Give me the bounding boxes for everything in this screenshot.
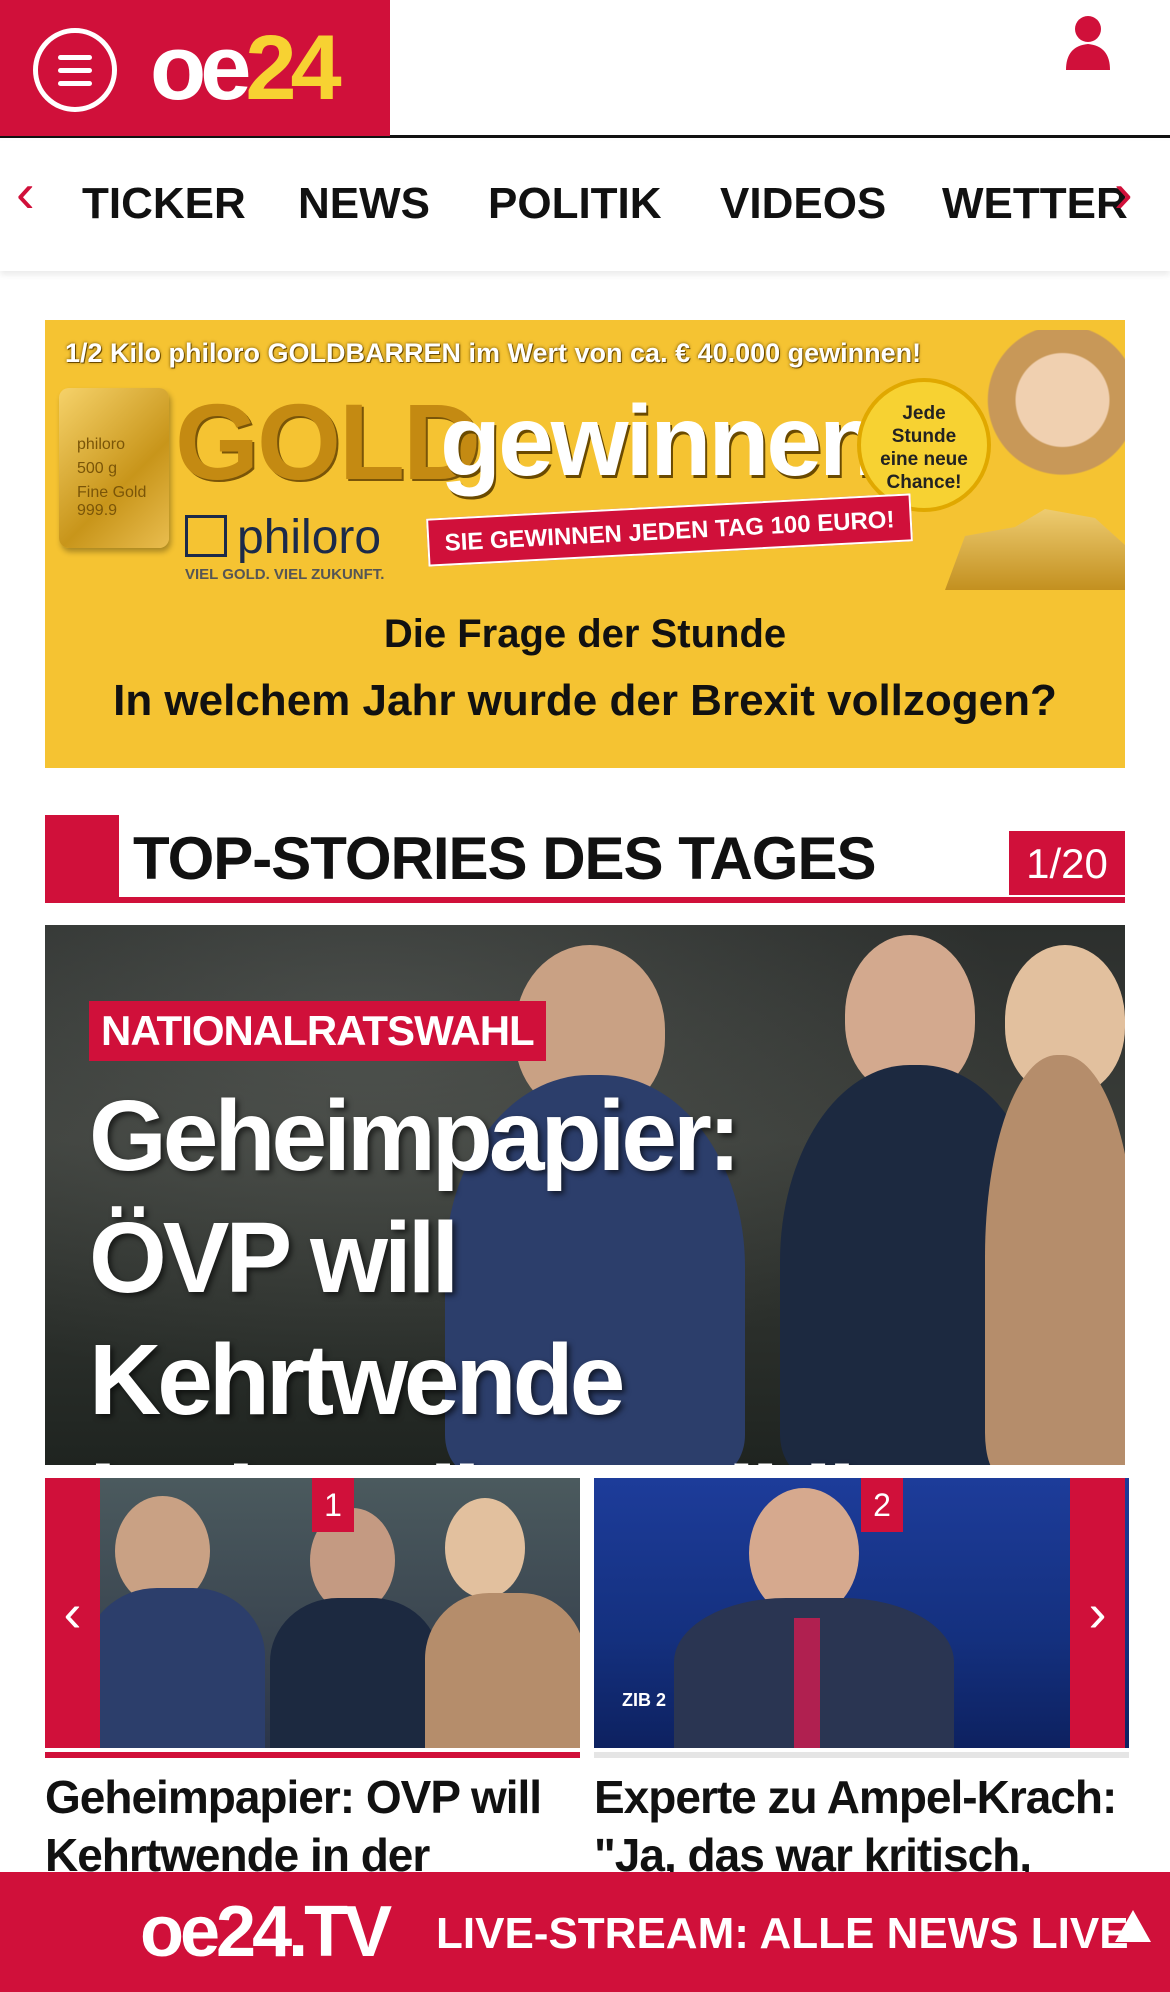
philoro-icon [185, 515, 227, 558]
badge-line-3: eine neue [880, 449, 968, 470]
gold-promo-banner[interactable]: 1/2 Kilo philoro GOLDBARREN im Wert von … [45, 320, 1125, 768]
hero-tag[interactable]: NATIONALRATSWAHL [89, 1001, 546, 1061]
nav-item-politik[interactable]: POLITIK [488, 179, 662, 229]
top-header: oe24 [0, 0, 1170, 138]
banner-model-image [980, 330, 1125, 530]
hamburger-menu-icon[interactable] [33, 28, 117, 112]
nav-prev-arrow-icon[interactable]: ‹ [16, 163, 35, 223]
banner-red-strip: SIE GEWINNEN JEDEN TAG 100 EURO! [426, 493, 913, 567]
card1-person-b-body [270, 1598, 440, 1748]
banner-gewinnen: gewinnen! [440, 385, 910, 497]
logo-24: 24 [245, 17, 341, 119]
hero-person-right-body [985, 1055, 1125, 1465]
card1-person-a-body [85, 1588, 265, 1748]
nav-item-ticker[interactable]: TICKER [82, 179, 246, 229]
philoro-logo: philoro [185, 510, 381, 565]
user-icon[interactable] [1064, 14, 1112, 70]
story-card-1-number: 1 [312, 1478, 354, 1532]
live-stream-text: LIVE-STREAM: ALLE NEWS LIVE [436, 1909, 1129, 1958]
hero-story[interactable]: NATIONALRATSWAHL Geheimpapier: ÖVP will … [45, 925, 1125, 1465]
hero-headline-line-3: in der Klimapolitik [89, 1441, 889, 1465]
story-card-1-title-line-1: Geheimpapier: OVP will [45, 1771, 542, 1823]
story-card-2[interactable]: ZIB 2 2 [594, 1478, 1129, 1748]
card2-tie [794, 1618, 820, 1748]
banner-gold-word: GOLD [175, 381, 481, 502]
story-card-2-title-line-1: Experte zu Ampel-Krach: [594, 1771, 1117, 1823]
hero-headline-line-1: Geheimpapier: [89, 1080, 741, 1192]
logo-oe: oe [150, 17, 251, 119]
story-card-2-underline [594, 1752, 1129, 1758]
card1-person-c [445, 1498, 525, 1598]
nav-item-videos[interactable]: VIDEOS [720, 179, 886, 229]
philoro-tagline: VIEL GOLD. VIEL ZUKUNFT. [185, 566, 385, 583]
gold-bar-text-2: 500 g [77, 460, 118, 477]
story-card-1[interactable]: 1 [45, 1478, 580, 1748]
oe24-logo[interactable]: oe24 [150, 17, 342, 119]
card1-person-c-body [425, 1593, 580, 1748]
top-stories-header: TOP-STORIES DES TAGES 1/20 [45, 815, 1125, 903]
slider-prev-arrow-icon[interactable]: ‹ [45, 1478, 100, 1748]
gold-bar-image: philoro 500 g Fine Gold 999.9 [59, 388, 169, 548]
story-card-1-title[interactable]: Geheimpapier: OVP will Kehrtwende in der [45, 1768, 580, 1884]
oe24tv-logo: oe24.TV [140, 1892, 392, 1972]
scroll-up-icon[interactable] [1115, 1910, 1151, 1942]
story-counter: 1/20 [1009, 831, 1125, 897]
section-title: TOP-STORIES DES TAGES [133, 825, 876, 892]
story-card-2-number: 2 [861, 1478, 903, 1532]
nav-item-news[interactable]: NEWS [298, 179, 430, 229]
live-stream-bar[interactable]: oe24.TV LIVE-STREAM: ALLE NEWS LIVE [0, 1872, 1170, 1992]
badge-line-2: Stunde [891, 426, 957, 447]
nav-next-arrow-icon[interactable]: › [1114, 163, 1133, 223]
badge-line-1: Jede [902, 403, 946, 424]
nav-item-wetter[interactable]: WETTER [942, 179, 1128, 229]
philoro-brand: philoro [237, 511, 382, 564]
section-accent-block [45, 815, 119, 903]
hero-headline[interactable]: Geheimpapier: ÖVP will Kehrtwende in der… [89, 1075, 889, 1465]
hero-headline-line-2: ÖVP will Kehrtwende [89, 1202, 625, 1436]
question-text: In welchem Jahr wurde der Brexit vollzog… [113, 676, 1057, 725]
badge-line-4: Chance! [886, 472, 962, 493]
category-nav: ‹ TICKER NEWS POLITIK VIDEOS WETTER › [0, 141, 1170, 271]
gold-bar-text-3: Fine Gold [77, 484, 147, 501]
question-title: Die Frage der Stunde [383, 612, 787, 656]
zib2-overlay: ZIB 2 [622, 1690, 667, 1710]
banner-circle-badge: Jede Stunde eine neue Chance! [857, 378, 991, 512]
banner-top-line: 1/2 Kilo philoro GOLDBARREN im Wert von … [65, 338, 922, 368]
brand-box: oe24 [0, 0, 390, 136]
slider-next-arrow-icon[interactable]: › [1070, 1478, 1125, 1748]
story-card-1-underline [45, 1752, 580, 1758]
gold-bar-text-1: philoro [77, 436, 126, 453]
gold-bar-text-4: 999.9 [77, 502, 118, 519]
